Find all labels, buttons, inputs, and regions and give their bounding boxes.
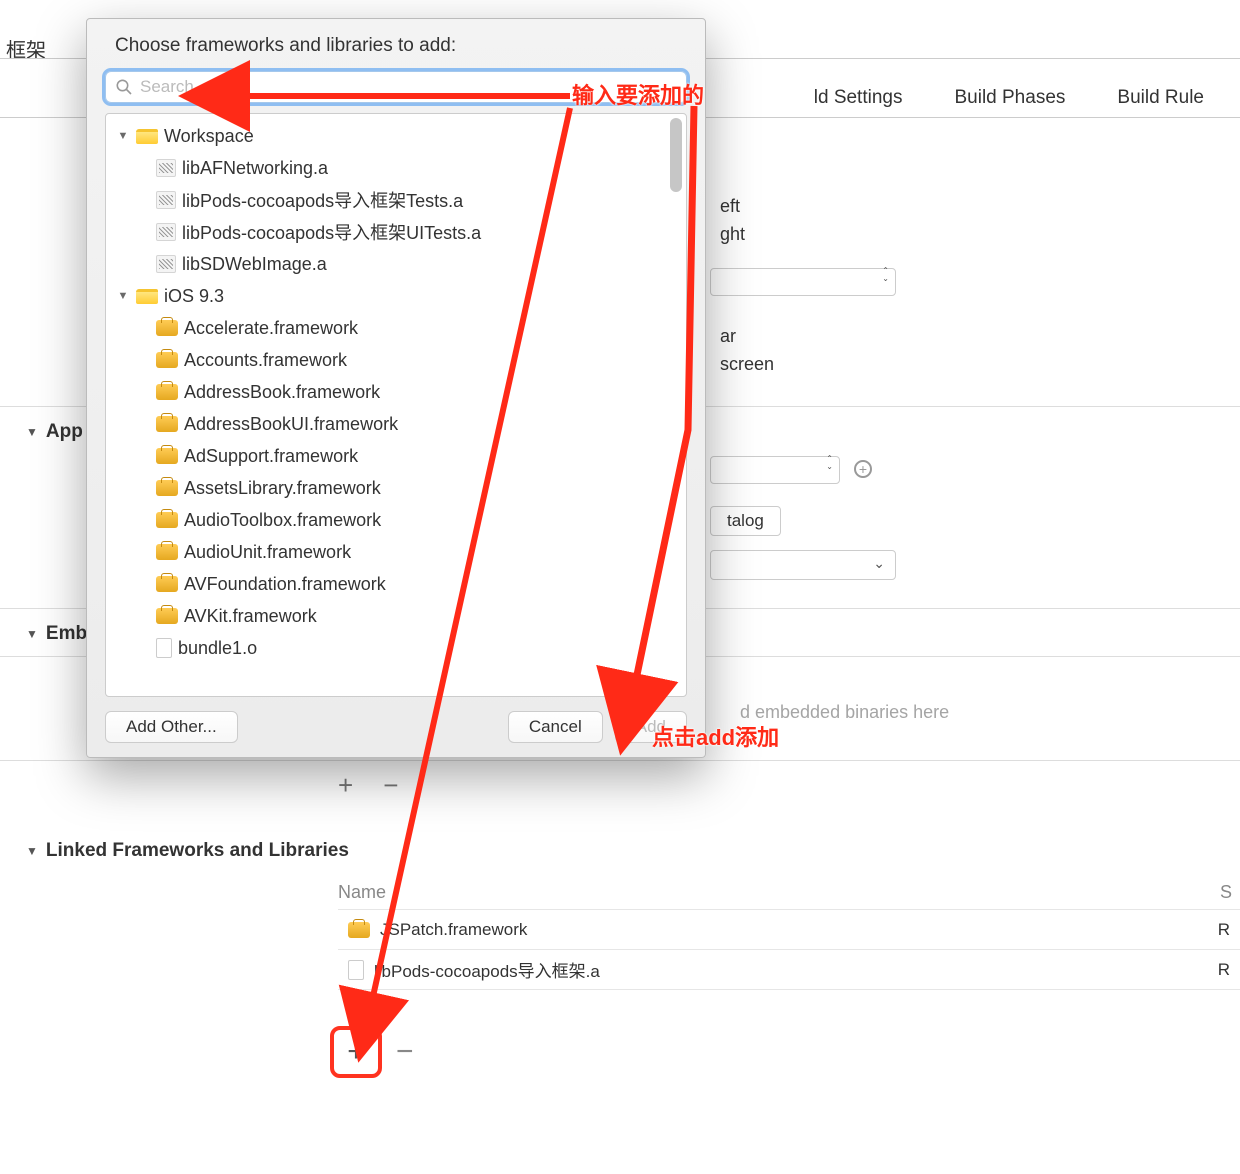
tree-item[interactable]: Accelerate.framework [110, 312, 682, 344]
tree-item-label: libSDWebImage.a [182, 254, 327, 275]
section-linked[interactable]: ▼ Linked Frameworks and Libraries [0, 826, 1240, 876]
annotation-add-hint: 点击add添加 [652, 720, 779, 752]
bg-button-catalog[interactable]: talog [710, 506, 781, 536]
framework-icon [156, 480, 178, 496]
bg-select-orientation[interactable] [710, 268, 896, 296]
tree-item-label: AudioToolbox.framework [184, 510, 381, 531]
tree-item-label: AVKit.framework [184, 606, 317, 627]
tree-item[interactable]: AVKit.framework [110, 600, 682, 632]
add-other-button[interactable]: Add Other... [105, 711, 238, 743]
framework-icon [156, 352, 178, 368]
tree-item-label: libPods-cocoapods导入框架UITests.a [182, 219, 481, 245]
tree-group[interactable]: ▼ Workspace [110, 120, 682, 152]
tree-item[interactable]: Accounts.framework [110, 344, 682, 376]
tree-item-label: libPods-cocoapods导入框架Tests.a [182, 187, 463, 213]
tree-item-label: Accelerate.framework [184, 318, 358, 339]
framework-icon [156, 320, 178, 336]
tree-item-label: libAFNetworking.a [182, 158, 328, 179]
linked-row-label: libPods-cocoapods导入框架.a [374, 957, 600, 982]
tree-item[interactable]: AudioUnit.framework [110, 536, 682, 568]
tree-item-label: AssetsLibrary.framework [184, 478, 381, 499]
tree-group-label: iOS 9.3 [164, 286, 224, 307]
library-icon [156, 191, 176, 209]
minus-icon[interactable]: − [396, 1035, 414, 1069]
framework-icon [156, 512, 178, 528]
framework-icon [348, 922, 370, 938]
tree-item-label: Accounts.framework [184, 350, 347, 371]
tree-item[interactable]: AssetsLibrary.framework [110, 472, 682, 504]
tab-build-rules[interactable]: Build Rule [1117, 87, 1204, 109]
search-icon [115, 78, 133, 96]
linked-add-remove: + − [330, 1026, 414, 1078]
framework-icon [156, 608, 178, 624]
linked-row-status: R [1218, 920, 1240, 940]
bg-select-launch[interactable] [710, 550, 896, 580]
tree-item[interactable]: libPods-cocoapods导入框架UITests.a [110, 216, 682, 248]
tree-item[interactable]: AVFoundation.framework [110, 568, 682, 600]
linked-row-label: JSPatch.framework [380, 920, 527, 940]
library-icon [156, 255, 176, 273]
minus-icon[interactable]: − [383, 770, 398, 801]
cancel-button[interactable]: Cancel [508, 711, 603, 743]
framework-icon [156, 544, 178, 560]
plus-button-highlighted[interactable]: + [330, 1026, 382, 1078]
tree-item[interactable]: libSDWebImage.a [110, 248, 682, 280]
tree-item[interactable]: AudioToolbox.framework [110, 504, 682, 536]
scrollbar[interactable] [668, 118, 684, 692]
tree-item-label: bundle1.o [178, 638, 257, 659]
dialog-title: Choose frameworks and libraries to add: [115, 35, 687, 57]
bg-text-screen-frag: screen [720, 354, 774, 375]
framework-icon [156, 416, 178, 432]
bg-text-bar-frag: ar [720, 326, 736, 347]
gear-icon[interactable]: + [854, 460, 872, 478]
tree-group-label: Workspace [164, 126, 254, 147]
folder-icon [136, 289, 158, 304]
bg-select-appicon[interactable] [710, 456, 840, 484]
tree-item-label: AVFoundation.framework [184, 574, 386, 595]
library-icon [156, 223, 176, 241]
file-icon [156, 638, 172, 658]
add-framework-dialog: Choose frameworks and libraries to add: … [86, 18, 706, 758]
tree-item-label: AudioUnit.framework [184, 542, 351, 563]
tree-item-label: AddressBookUI.framework [184, 414, 398, 435]
tab-build-phases[interactable]: Build Phases [954, 87, 1065, 109]
tree-item-label: AdSupport.framework [184, 446, 358, 467]
disclosure-icon: ▼ [26, 844, 38, 858]
bg-text-right-frag: ght [720, 224, 745, 245]
bg-text-left-frag: eft [720, 196, 740, 217]
embed-add-remove: + − [338, 770, 398, 801]
scrollbar-thumb[interactable] [670, 118, 682, 192]
linked-table: Name S JSPatch.framework R libPods-cocoa… [338, 876, 1240, 990]
tree-item[interactable]: libAFNetworking.a [110, 152, 682, 184]
tree-item[interactable]: AdSupport.framework [110, 440, 682, 472]
framework-list[interactable]: ▼ Workspace libAFNetworking.a libPods-cocoa… [105, 113, 687, 697]
file-icon [348, 960, 364, 980]
tree-item-label: AddressBook.framework [184, 382, 380, 403]
disclosure-icon: ▼ [26, 425, 38, 439]
framework-icon [156, 384, 178, 400]
tab-build-settings[interactable]: ld Settings [814, 87, 903, 109]
linked-name-header: Name [338, 876, 1240, 909]
tree-item[interactable]: libPods-cocoapods导入框架Tests.a [110, 184, 682, 216]
linked-row-status: R [1218, 960, 1240, 980]
disclosure-icon: ▼ [116, 130, 130, 142]
plus-icon[interactable]: + [338, 770, 353, 801]
section-linked-label: Linked Frameworks and Libraries [46, 840, 349, 862]
folder-icon [136, 129, 158, 144]
disclosure-icon: ▼ [116, 290, 130, 302]
table-row[interactable]: JSPatch.framework R [338, 909, 1240, 949]
annotation-input-hint: 输入要添加的 [572, 78, 704, 110]
framework-icon [156, 448, 178, 464]
tree-item[interactable]: AddressBookUI.framework [110, 408, 682, 440]
tree-item[interactable]: AddressBook.framework [110, 376, 682, 408]
library-icon [156, 159, 176, 177]
linked-status-header: S [1220, 882, 1232, 903]
framework-icon [156, 576, 178, 592]
tree-item[interactable]: bundle1.o [110, 632, 682, 664]
table-row[interactable]: libPods-cocoapods导入框架.a R [338, 949, 1240, 989]
tree-group[interactable]: ▼ iOS 9.3 [110, 280, 682, 312]
disclosure-icon: ▼ [26, 627, 38, 641]
